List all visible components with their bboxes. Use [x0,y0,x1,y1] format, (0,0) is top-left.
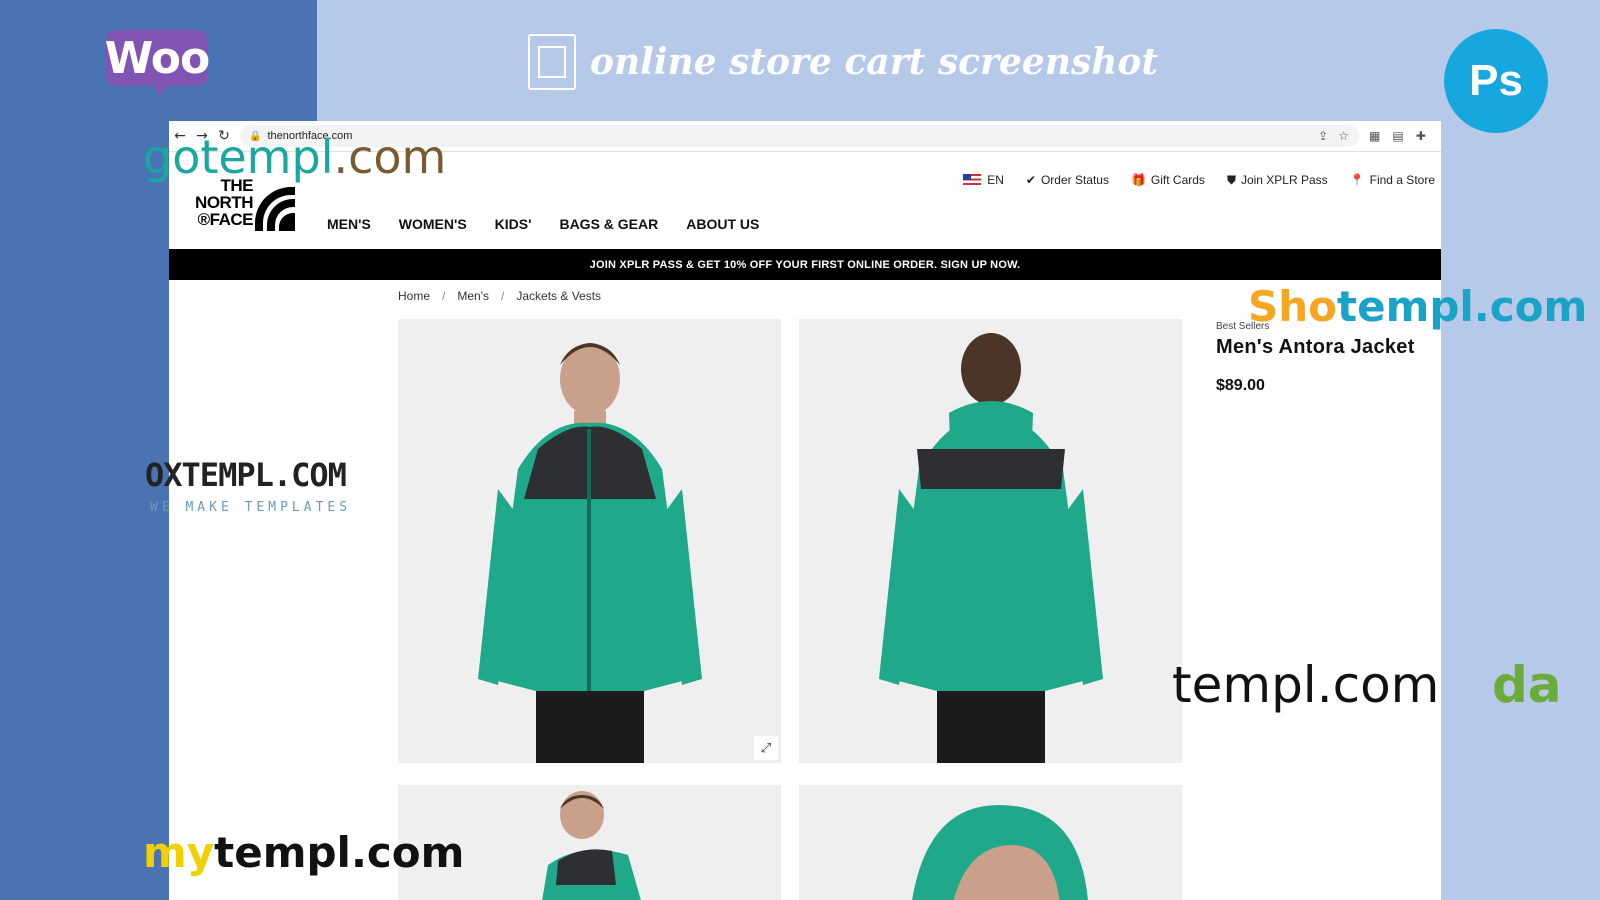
watermark-shot-b: templ.com [1337,282,1588,331]
product-image-hood[interactable] [799,785,1182,900]
nav-item-womens[interactable]: WOMEN'S [399,216,467,232]
watermark-gotempl-b: .com [333,130,447,184]
jacket-hood-illustration [912,805,1088,900]
join-xplr-label: Join XPLR Pass [1240,173,1328,187]
browser-window: ← → ↻ 🔒 thenorthface.com ⇪ ☆ ▦ ▤ ✚ THE N… [169,121,1441,900]
nav-item-kids[interactable]: KIDS' [495,216,532,232]
logo-line-2: NORTH [195,193,253,212]
watermark-da: da [1492,656,1562,714]
order-status-label: Order Status [1040,173,1109,187]
jacket-back-illustration [879,333,1103,763]
watermark-gotempl: gotempl.com [143,130,446,184]
order-status-link[interactable]: ✔ Order Status [1026,173,1109,188]
nav-item-mens[interactable]: MEN'S [327,216,371,232]
join-xplr-link[interactable]: ⛊ Join XPLR Pass [1227,173,1328,188]
jacket-front-illustration [478,343,702,763]
watermark-templ: templ.com [1172,656,1440,714]
find-store-label: Find a Store [1369,173,1435,187]
watermark-oxtempl-tagline: WE MAKE TEMPLATES [150,500,352,515]
woocommerce-logo: Woo [105,30,210,96]
product-image-front[interactable]: ⤢ [398,319,781,763]
language-selector[interactable]: EN [963,173,1004,188]
xplr-badge-icon: ⛊ [1226,173,1236,187]
nav-item-bags-gear[interactable]: BAGS & GEAR [559,216,658,232]
breadcrumb-jackets[interactable]: Jackets & Vests [516,289,601,303]
banner-title-text: online store cart screenshot [590,41,1159,83]
product-image-back[interactable] [799,319,1182,763]
us-flag-icon [963,174,982,185]
breadcrumb-home[interactable]: Home [398,289,430,303]
breadcrumb: Home / Men's / Jackets & Vests [398,289,601,303]
location-pin-icon: 📍 [1349,173,1365,187]
gift-icon: 🎁 [1130,173,1146,187]
checkmark-icon: ✔ [1025,173,1036,187]
watermark-my-b: templ.com [214,828,465,877]
watermark-mytempl: mytempl.com [143,828,464,877]
language-label: EN [987,173,1004,187]
screenshot-icon [528,34,576,90]
main-navigation: MEN'S WOMEN'S KIDS' BAGS & GEAR ABOUT US [327,216,759,232]
half-dome-icon [255,187,295,231]
extensions-puzzle-icon[interactable]: ✚ [1416,129,1426,143]
photoshop-logo: Ps [1444,29,1548,133]
promo-banner[interactable]: JOIN XPLR PASS & GET 10% OFF YOUR FIRST … [169,249,1441,280]
product-name: Men's Antora Jacket [1216,336,1415,358]
banner-title: online store cart screenshot [528,34,1158,90]
logo-line-3: ®FACE [197,210,254,229]
north-face-logo[interactable]: THE NORTH ®FACE [181,177,299,233]
product-price: $89.00 [1216,377,1265,394]
extension-qr-icon[interactable]: ▦ [1369,129,1380,143]
extension-save-icon[interactable]: ▤ [1392,129,1403,143]
watermark-shot-a: Sho [1248,282,1338,331]
utility-links: EN ✔ Order Status 🎁 Gift Cards ⛊ Join XPLR … [963,173,1435,188]
watermark-shotempl: Shotempl.com [1248,282,1587,331]
gift-cards-link[interactable]: 🎁 Gift Cards [1131,173,1205,188]
breadcrumb-separator: / [442,289,446,303]
watermark-oxtempl: OXTEMPL.COM [145,456,347,494]
product-info: Best Sellers Men's Antora Jacket $89.00 [1216,321,1415,395]
share-icon[interactable]: ⇪ [1318,129,1328,143]
expand-image-icon[interactable]: ⤢ [754,736,778,760]
promo-text: JOIN XPLR PASS & GET 10% OFF YOUR FIRST … [589,258,1021,271]
breadcrumb-mens[interactable]: Men's [457,289,489,303]
gift-cards-label: Gift Cards [1150,173,1205,187]
bookmark-star-icon[interactable]: ☆ [1338,129,1349,143]
breadcrumb-separator: / [501,289,505,303]
find-store-link[interactable]: 📍 Find a Store [1350,173,1435,188]
watermark-my-a: my [143,828,215,877]
watermark-gotempl-a: gotempl [143,130,334,184]
nav-item-about-us[interactable]: ABOUT US [686,216,759,232]
